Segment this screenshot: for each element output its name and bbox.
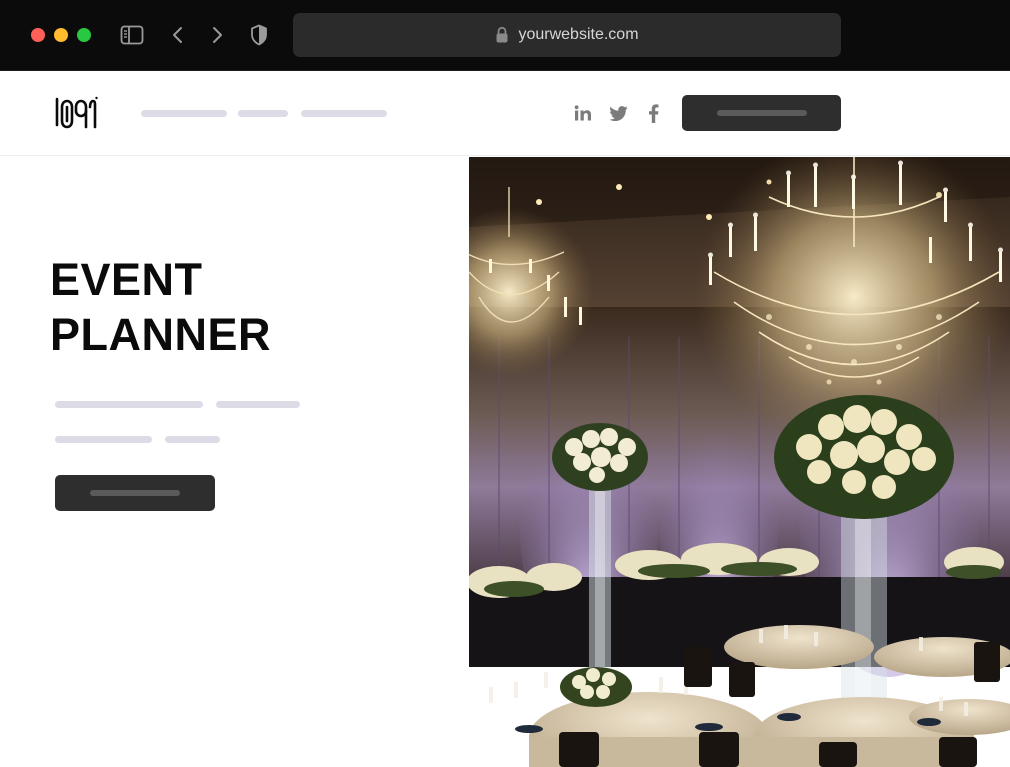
window-close-button[interactable]: [31, 28, 45, 42]
hero-text-placeholder-3: [55, 436, 152, 443]
nav-link-placeholder-3[interactable]: [301, 110, 387, 117]
linkedin-icon[interactable]: [572, 102, 594, 124]
url-text: yourwebsite.com: [518, 26, 639, 43]
back-arrow-icon[interactable]: [165, 22, 191, 48]
browser-chrome: yourwebsite.com: [0, 0, 1010, 71]
shield-icon[interactable]: [246, 22, 272, 48]
ballroom-event-photo: [469, 157, 1010, 767]
site-header: [0, 71, 1010, 156]
hero-title-line-1: EVENT: [50, 254, 203, 305]
forward-arrow-icon[interactable]: [204, 22, 230, 48]
hero-title-line-2: PLANNER: [50, 309, 272, 360]
twitter-icon[interactable]: [608, 102, 630, 124]
sidebar-toggle-icon[interactable]: [119, 22, 145, 48]
brand-logo-icon[interactable]: [54, 95, 98, 131]
facebook-icon[interactable]: [642, 102, 664, 124]
header-cta-button[interactable]: [682, 95, 841, 131]
lock-icon: [495, 26, 509, 44]
window-maximize-button[interactable]: [77, 28, 91, 42]
hero-cta-label-placeholder: [90, 490, 180, 496]
header-cta-label-placeholder: [716, 110, 807, 116]
nav-link-placeholder-2[interactable]: [238, 110, 288, 117]
window-minimize-button[interactable]: [54, 28, 68, 42]
address-bar[interactable]: yourwebsite.com: [293, 13, 841, 57]
hero-cta-button[interactable]: [55, 475, 215, 511]
hero-title: EVENT PLANNER: [50, 252, 271, 362]
hero-text-placeholder-2: [216, 401, 300, 408]
hero-text-placeholder-4: [165, 436, 220, 443]
nav-link-placeholder-1[interactable]: [141, 110, 227, 117]
hero-text-placeholder-1: [55, 401, 203, 408]
